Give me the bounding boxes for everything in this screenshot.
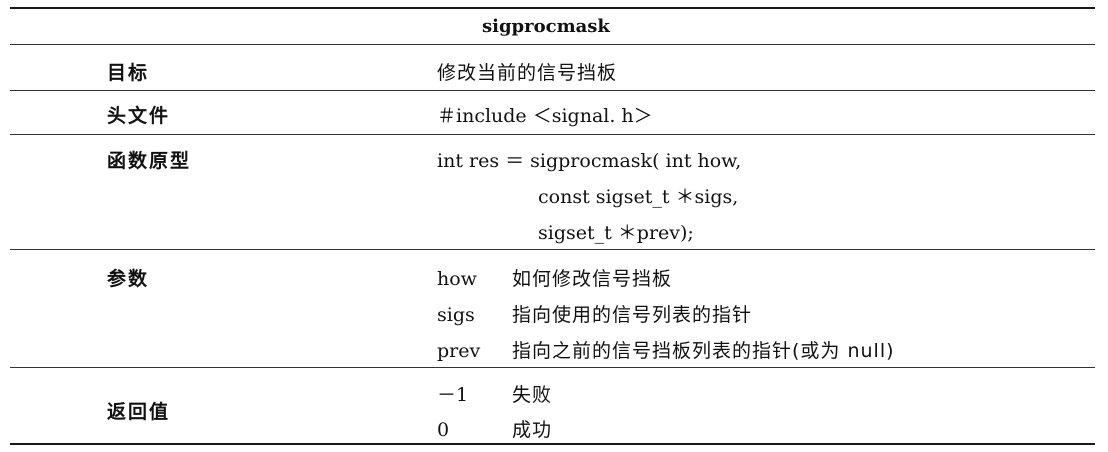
value-header-file: ＃include ＜signal. h＞ <box>437 105 653 127</box>
return-row: 0 成功 <box>437 415 552 442</box>
value-purpose: 修改当前的信号挡板 <box>437 62 618 84</box>
prototype-line: sigset_t ＊prev); <box>538 222 694 244</box>
param-name: prev <box>437 340 481 362</box>
label-parameters: 参数 <box>107 268 150 290</box>
row-divider <box>10 134 1095 135</box>
label-header-file: 头文件 <box>107 105 171 127</box>
param-row: prev 指向之前的信号挡板列表的指针(或为 null) <box>437 336 895 363</box>
bottom-rule <box>10 443 1095 445</box>
function-name: sigprocmask <box>482 16 610 37</box>
row-divider <box>10 249 1095 250</box>
label-prototype: 函数原型 <box>107 150 192 172</box>
param-desc: 指向之前的信号挡板列表的指针(或为 null) <box>512 340 895 362</box>
param-row: sigs 指向使用的信号列表的指针 <box>437 300 752 327</box>
return-desc: 失败 <box>512 384 553 406</box>
row-divider <box>10 367 1095 368</box>
param-desc: 如何修改信号挡板 <box>512 268 673 290</box>
return-code: －1 <box>437 384 469 406</box>
return-code: 0 <box>437 419 450 441</box>
prototype-line: const sigset_t ＊sigs, <box>538 186 739 208</box>
row-divider <box>10 90 1095 91</box>
param-desc: 指向使用的信号列表的指针 <box>512 304 753 326</box>
param-row: how 如何修改信号挡板 <box>437 264 672 291</box>
param-name: how <box>437 268 477 290</box>
param-name: sigs <box>437 304 475 326</box>
header-rule <box>10 44 1095 45</box>
prototype-line: int res ＝ sigprocmask( int how, <box>437 150 742 172</box>
label-purpose: 目标 <box>107 62 150 84</box>
return-desc: 成功 <box>512 419 553 441</box>
return-row: －1 失败 <box>437 380 552 407</box>
top-rule <box>10 7 1095 9</box>
label-return-value: 返回值 <box>107 401 171 423</box>
